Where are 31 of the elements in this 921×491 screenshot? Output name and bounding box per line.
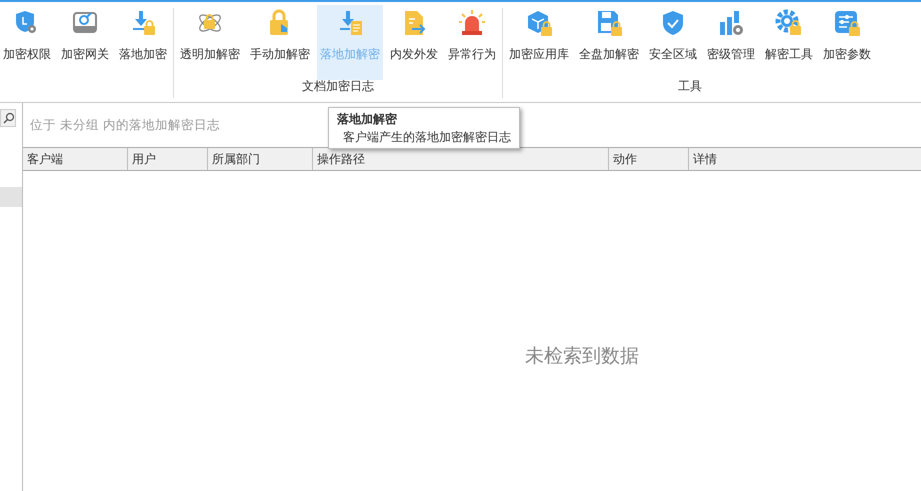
gear-lock-icon [775, 9, 803, 37]
floppy-lock-icon [595, 9, 623, 37]
column-header[interactable]: 用户 [128, 148, 208, 170]
ribbon-button[interactable]: 全盘加解密 [576, 5, 642, 80]
ribbon-button[interactable]: 透明加解密 [177, 5, 243, 80]
search-icon [3, 112, 15, 124]
empty-message: 未检索到数据 [525, 344, 639, 369]
ribbon-button[interactable]: 加密权限 [0, 5, 54, 80]
ribbon-button[interactable]: 解密工具 [762, 5, 816, 80]
column-header[interactable]: 动作 [609, 148, 689, 170]
ribbon-button[interactable]: 落地加密 [116, 5, 170, 80]
ribbon-button[interactable]: 手动加解密 [247, 5, 313, 80]
ribbon-button[interactable]: 加密参数 [820, 5, 874, 80]
column-header[interactable]: 详情 [689, 148, 921, 170]
ribbon-button[interactable]: 异常行为 [445, 5, 499, 80]
tooltip-text: 客户端产生的落地加密解密日志 [342, 129, 511, 145]
location-text: 位于 未分组 内的落地加解密日志 [30, 116, 220, 134]
group-label: 文档加密日志 [302, 79, 374, 93]
column-header[interactable]: 客户端 [23, 148, 128, 170]
search-button[interactable] [0, 109, 16, 127]
ribbon-button[interactable]: 密级管理 [704, 5, 758, 80]
siren-icon [458, 9, 486, 37]
ribbon-button[interactable]: 内发外发 [387, 5, 441, 80]
ribbon-button[interactable]: 加密网关 [58, 5, 112, 80]
sliders-lock-icon [833, 9, 861, 37]
group-label: 工具 [678, 79, 702, 93]
column-header[interactable]: 所属部门 [208, 148, 313, 170]
ribbon-button[interactable]: 加密应用库 [506, 5, 572, 80]
cube-lock-icon [525, 9, 553, 37]
tooltip-title: 落地加解密 [337, 111, 398, 127]
ribbon-button[interactable]: 安全区域 [646, 5, 700, 80]
